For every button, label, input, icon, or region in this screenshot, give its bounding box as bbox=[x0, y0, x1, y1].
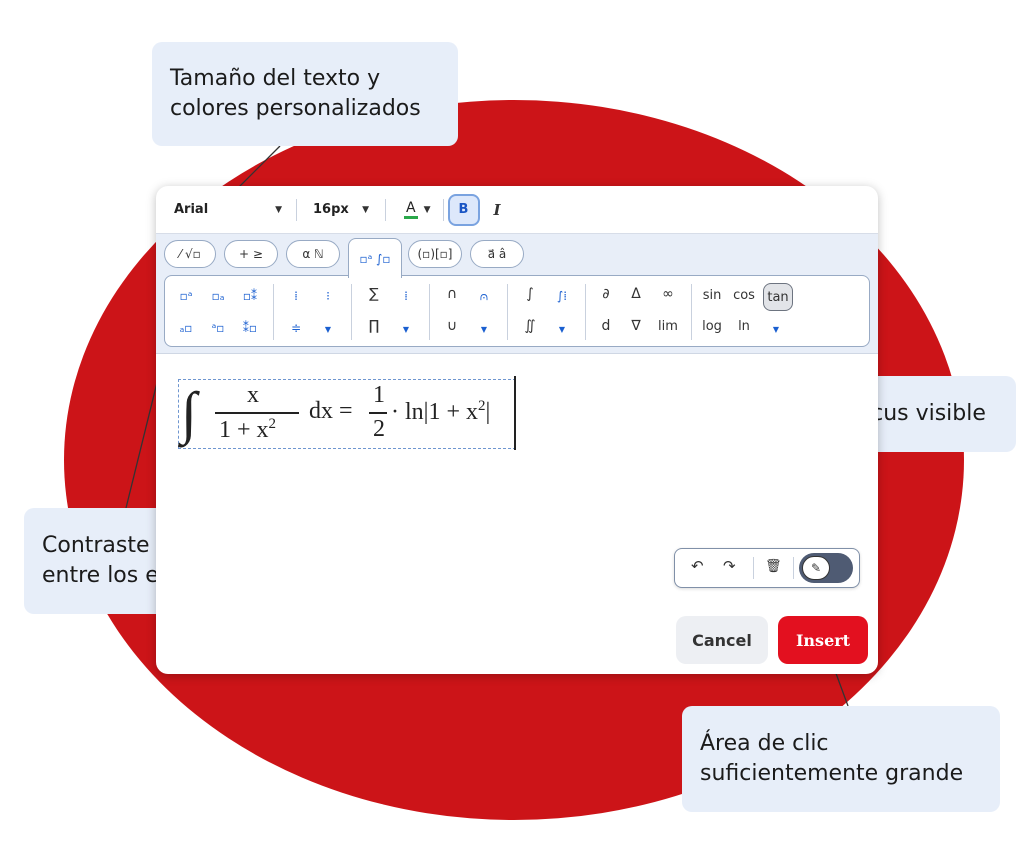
sub-superscript-icon[interactable]: ▫⁑ bbox=[237, 288, 263, 304]
toolbar-divider bbox=[442, 198, 444, 221]
delta-icon[interactable]: Δ bbox=[623, 286, 649, 302]
palette-divider bbox=[273, 284, 274, 340]
bold-button[interactable]: B bbox=[447, 193, 480, 226]
partial-icon[interactable]: ∂ bbox=[593, 286, 619, 302]
denominator-exponent: 2 bbox=[268, 416, 277, 432]
ln-text: · ln|1 + x bbox=[391, 399, 478, 425]
undo-icon[interactable]: ↶ bbox=[691, 557, 704, 575]
ln-button[interactable]: ln bbox=[729, 319, 759, 335]
text-color-select[interactable]: A ▼ bbox=[404, 200, 431, 219]
nabla-icon[interactable]: ∇ bbox=[623, 318, 649, 334]
integral-limits-icon[interactable]: ∫⁞ bbox=[549, 288, 575, 304]
callout-click-area: Área de clic suficientemente grande bbox=[682, 706, 1000, 812]
tab-operators[interactable]: + ≥ bbox=[224, 240, 278, 268]
fraction-numerator: x bbox=[247, 382, 259, 408]
cos-button[interactable]: cos bbox=[729, 288, 759, 304]
chevron-down-icon: ▼ bbox=[423, 204, 431, 215]
over-underscript-icon[interactable]: ≑ bbox=[283, 320, 309, 336]
trash-icon[interactable]: 🗑 bbox=[765, 559, 782, 574]
infinity-icon[interactable]: ∞ bbox=[655, 286, 681, 302]
redo-icon[interactable]: ↷ bbox=[723, 557, 736, 575]
fraction-denominator: 1 + x2 bbox=[219, 416, 276, 444]
tab-fractions-roots[interactable]: ⁄ √▫ bbox=[164, 240, 216, 268]
cancel-button[interactable]: Cancel bbox=[676, 616, 768, 664]
math-editor-window: Arial ▼ 16px ▼ A ▼ B I ⁄ √▫ + ≥ α ℕ ▫ᵃ ∫… bbox=[156, 186, 878, 674]
font-size-value: 16px bbox=[313, 202, 349, 217]
pre-sub-superscript-icon[interactable]: ⁑▫ bbox=[237, 320, 263, 336]
palette-divider bbox=[507, 284, 508, 340]
chevron-down-icon: ▼ bbox=[275, 204, 282, 215]
history-divider bbox=[793, 557, 794, 579]
font-family-value: Arial bbox=[174, 202, 209, 217]
summation-icon[interactable]: ∑ bbox=[361, 286, 387, 302]
double-integral-icon[interactable]: ∬ bbox=[517, 318, 543, 334]
palette-divider bbox=[351, 284, 352, 340]
chevron-down-icon[interactable]: ▼ bbox=[315, 322, 341, 338]
dx-equals: dx = bbox=[309, 398, 353, 424]
pre-subscript-icon[interactable]: ₐ▫ bbox=[173, 320, 199, 336]
sin-button[interactable]: sin bbox=[697, 288, 727, 304]
palette-divider bbox=[429, 284, 430, 340]
abs-close: | bbox=[485, 399, 491, 425]
tab-greek-sets[interactable]: α ℕ bbox=[286, 240, 340, 268]
chevron-down-icon: ▼ bbox=[362, 204, 369, 215]
formula-selection[interactable]: ∫ x 1 + x2 dx = 1 2 · ln|1 + x2| bbox=[178, 379, 516, 449]
pre-superscript-icon[interactable]: ᵃ▫ bbox=[205, 320, 231, 336]
subscript-icon[interactable]: ▫ₐ bbox=[205, 288, 231, 304]
superscript-icon[interactable]: ▫ᵃ bbox=[173, 288, 199, 304]
half-numerator: 1 bbox=[373, 382, 385, 408]
callout-line: Tamaño del texto y bbox=[170, 66, 381, 91]
denominator-text: 1 + x bbox=[219, 417, 269, 443]
fraction-bar bbox=[215, 412, 299, 414]
limit-button[interactable]: lim bbox=[653, 319, 683, 335]
toolbar-divider bbox=[296, 198, 297, 221]
callout-line: suficientemente grande bbox=[700, 761, 964, 786]
font-family-select[interactable]: Arial ▼ bbox=[174, 202, 282, 217]
chevron-down-icon[interactable]: ▼ bbox=[763, 322, 789, 338]
differential-icon[interactable]: d bbox=[593, 318, 619, 334]
integral-icon[interactable]: ∫ bbox=[517, 286, 543, 302]
text-cursor bbox=[514, 376, 516, 450]
ln-term: · ln|1 + x2| bbox=[391, 398, 490, 426]
overscript-icon[interactable]: ⁞ bbox=[283, 288, 309, 304]
summation-limits-icon[interactable]: ⁞ bbox=[393, 288, 419, 304]
insert-button[interactable]: Insert bbox=[778, 616, 868, 664]
palette-divider bbox=[691, 284, 692, 340]
italic-button[interactable]: I bbox=[494, 201, 501, 219]
pen-icon: ✎ bbox=[802, 556, 830, 580]
history-divider bbox=[753, 557, 754, 579]
chevron-down-icon[interactable]: ▼ bbox=[549, 322, 575, 338]
formula-area[interactable]: ∫ x 1 + x2 dx = 1 2 · ln|1 + x2| bbox=[179, 380, 517, 450]
symbol-tabs: ⁄ √▫ + ≥ α ℕ ▫ᵃ ∫▫ (▫)[▫] a⃗ â bbox=[156, 234, 878, 278]
product-icon[interactable]: ∏ bbox=[361, 318, 387, 334]
history-toolbar: ↶ ↷ 🗑 ✎ bbox=[674, 548, 860, 588]
text-color-icon: A bbox=[404, 200, 418, 219]
tan-button[interactable]: tan bbox=[763, 283, 793, 311]
font-size-select[interactable]: 16px ▼ bbox=[313, 202, 369, 217]
handwriting-toggle[interactable]: ✎ bbox=[799, 553, 853, 583]
half-denominator: 2 bbox=[373, 416, 385, 442]
text-toolbar: Arial ▼ 16px ▼ A ▼ B I bbox=[156, 186, 878, 234]
callout-line: Área de clic bbox=[700, 731, 829, 756]
toolbar-divider bbox=[385, 198, 386, 221]
intersection-limits-icon[interactable]: ⩀ bbox=[471, 288, 497, 304]
intersection-icon[interactable]: ∩ bbox=[439, 286, 465, 302]
union-icon[interactable]: ∪ bbox=[439, 318, 465, 334]
chevron-down-icon[interactable]: ▼ bbox=[471, 322, 497, 338]
callout-text-size-colors: Tamaño del texto y colores personalizado… bbox=[152, 42, 458, 146]
tab-scripts-integrals[interactable]: ▫ᵃ ∫▫ bbox=[348, 238, 402, 278]
palette-divider bbox=[585, 284, 586, 340]
tab-accents[interactable]: a⃗ â bbox=[470, 240, 524, 268]
tab-brackets-matrices[interactable]: (▫)[▫] bbox=[408, 240, 462, 268]
half-bar bbox=[369, 412, 387, 414]
underscript-icon[interactable]: ⁝ bbox=[315, 288, 341, 304]
log-button[interactable]: log bbox=[697, 319, 727, 335]
symbol-palette-area: ▫ᵃ ▫ₐ ▫⁑ ₐ▫ ᵃ▫ ⁑▫ ⁞ ⁝ ≑ ▼ ∑ ⁞ ∏ ▼ ∩ ⩀ ∪ … bbox=[156, 274, 878, 354]
callout-line: colores personalizados bbox=[170, 96, 421, 121]
chevron-down-icon[interactable]: ▼ bbox=[393, 322, 419, 338]
integral-sign: ∫ bbox=[181, 380, 197, 445]
symbol-palette: ▫ᵃ ▫ₐ ▫⁑ ₐ▫ ᵃ▫ ⁑▫ ⁞ ⁝ ≑ ▼ ∑ ⁞ ∏ ▼ ∩ ⩀ ∪ … bbox=[164, 275, 870, 347]
ln-exponent: 2 bbox=[478, 398, 486, 414]
